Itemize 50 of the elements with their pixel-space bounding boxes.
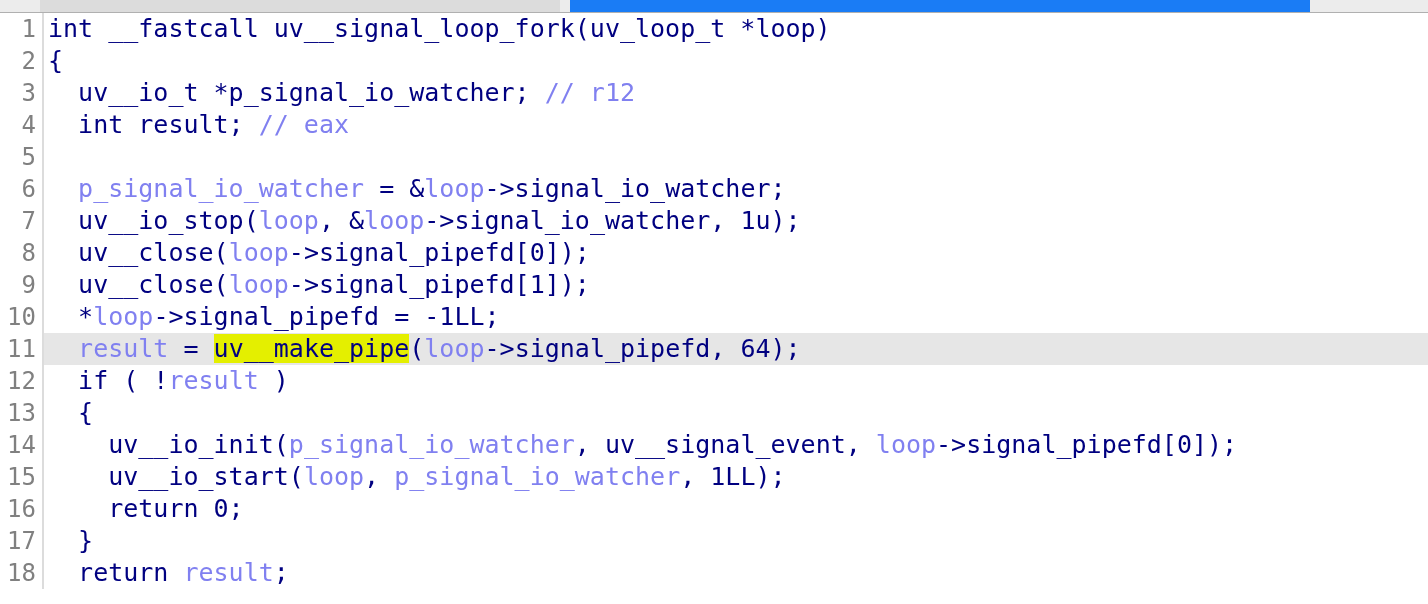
code-text: , 1LL);: [680, 462, 786, 491]
code-text: ,: [364, 462, 381, 491]
variable-text[interactable]: p_signal_io_watcher: [288, 430, 575, 459]
variable-text[interactable]: result: [48, 334, 169, 363]
code-text: uv__close(: [77, 238, 229, 267]
code-text: ->signal_pipefd, 64);: [484, 334, 801, 363]
variable-text[interactable]: loop: [228, 270, 289, 299]
variable-text[interactable]: loop: [258, 206, 319, 235]
variable-text[interactable]: loop: [875, 430, 937, 459]
variable-text[interactable]: result: [183, 558, 274, 587]
comment-text[interactable]: // eax: [258, 110, 350, 139]
code-text: uv__io_init(: [107, 430, 289, 459]
variable-text[interactable]: loop: [228, 238, 289, 267]
variable-text[interactable]: loop: [93, 302, 154, 331]
code-text: ->signal_io_watcher, 1u);: [424, 206, 801, 235]
code-text: {: [77, 398, 94, 427]
code-text: uv__io_start(: [107, 462, 304, 491]
variable-text[interactable]: loop: [303, 462, 365, 491]
variable-text[interactable]: loop: [424, 174, 485, 203]
variable-text[interactable]: p_signal_io_watcher: [48, 174, 365, 203]
code-text: ;: [273, 558, 289, 587]
code-text: {: [48, 46, 64, 75]
highlighted-text[interactable]: uv__make_pipe: [213, 334, 410, 363]
code-text: uv__close(: [77, 270, 229, 299]
code-text: uv__io_stop(: [77, 206, 259, 235]
variable-text[interactable]: loop: [424, 334, 485, 363]
code-text: ->signal_pipefd[1]);: [288, 270, 590, 299]
variable-text[interactable]: loop: [364, 206, 425, 235]
code-text: (: [409, 334, 425, 363]
code-text: *: [77, 302, 94, 331]
code-text: , &: [318, 206, 365, 235]
code-text: int result;: [77, 110, 245, 139]
code-text: }: [77, 526, 94, 555]
code-text: ->signal_pipefd[0]);: [288, 238, 590, 267]
code-text: = &: [378, 174, 425, 203]
variable-text[interactable]: result: [168, 366, 259, 395]
code-text: return: [77, 558, 170, 587]
code-text: return 0;: [107, 494, 244, 523]
comment-text[interactable]: // r12: [544, 78, 635, 107]
code-text: ->signal_io_watcher;: [484, 174, 786, 203]
code-text: ): [272, 366, 289, 395]
line-number: 11: [0, 333, 44, 365]
code-text: if ( !: [77, 366, 169, 395]
code-text: ->signal_pipefd = -1LL;: [153, 302, 500, 331]
code-text: int __fastcall uv__signal_loop_fork(uv_loop_t *loop): [48, 14, 831, 43]
variable-text[interactable]: p_signal_io_watcher: [394, 462, 681, 491]
code-text: ->signal_pipefd[0]);: [936, 430, 1238, 459]
code-text: =: [182, 334, 200, 363]
code-text: , uv__signal_event,: [574, 430, 862, 459]
code-text: uv__io_t *p_signal_io_watcher;: [77, 78, 531, 107]
